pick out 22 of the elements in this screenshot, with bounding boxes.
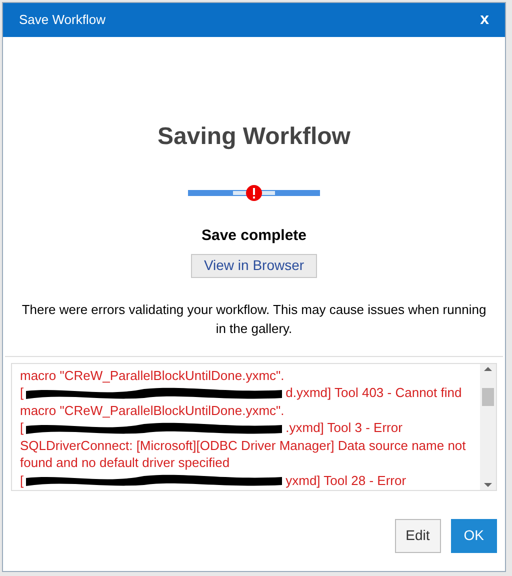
window-title: Save Workflow: [19, 11, 106, 30]
scroll-thumb[interactable]: [482, 388, 494, 406]
error-text: SQLDriverConnect: [Microsoft][ODBC Driver Manager] Data source name not: [20, 436, 466, 455]
error-text: [: [20, 384, 24, 402]
error-text: found and no default driver specified: [20, 454, 230, 472]
edit-button[interactable]: Edit: [394, 518, 441, 552]
error-text: [: [20, 419, 24, 437]
dialog-heading: Saving Workflow: [158, 122, 350, 152]
scroll-up-icon[interactable]: [484, 366, 492, 370]
status-text: Save complete: [201, 226, 307, 246]
error-text: macro "CReW_ParallelBlockUntilDone.yxmc".: [20, 366, 284, 385]
error-text: yxmd] Tool 28 - Error: [286, 472, 406, 490]
view-in-browser-button[interactable]: View in Browser: [190, 254, 318, 278]
validation-message: There were errors validating your workflow. This may cause issues when running in the gallery.: [20, 300, 488, 338]
error-text: d.yxmd] Tool 403 - Cannot find: [286, 384, 462, 402]
ok-button[interactable]: OK: [450, 518, 497, 552]
scroll-down-icon[interactable]: [484, 482, 492, 486]
scrollbar[interactable]: [480, 364, 496, 490]
error-text: macro "CReW_ParallelBlockUntilDone.yxmc".: [20, 402, 284, 420]
error-text: .yxmd] Tool 3 - Error: [286, 419, 402, 437]
error-text: [: [20, 472, 24, 490]
close-button[interactable]: x: [480, 8, 489, 32]
